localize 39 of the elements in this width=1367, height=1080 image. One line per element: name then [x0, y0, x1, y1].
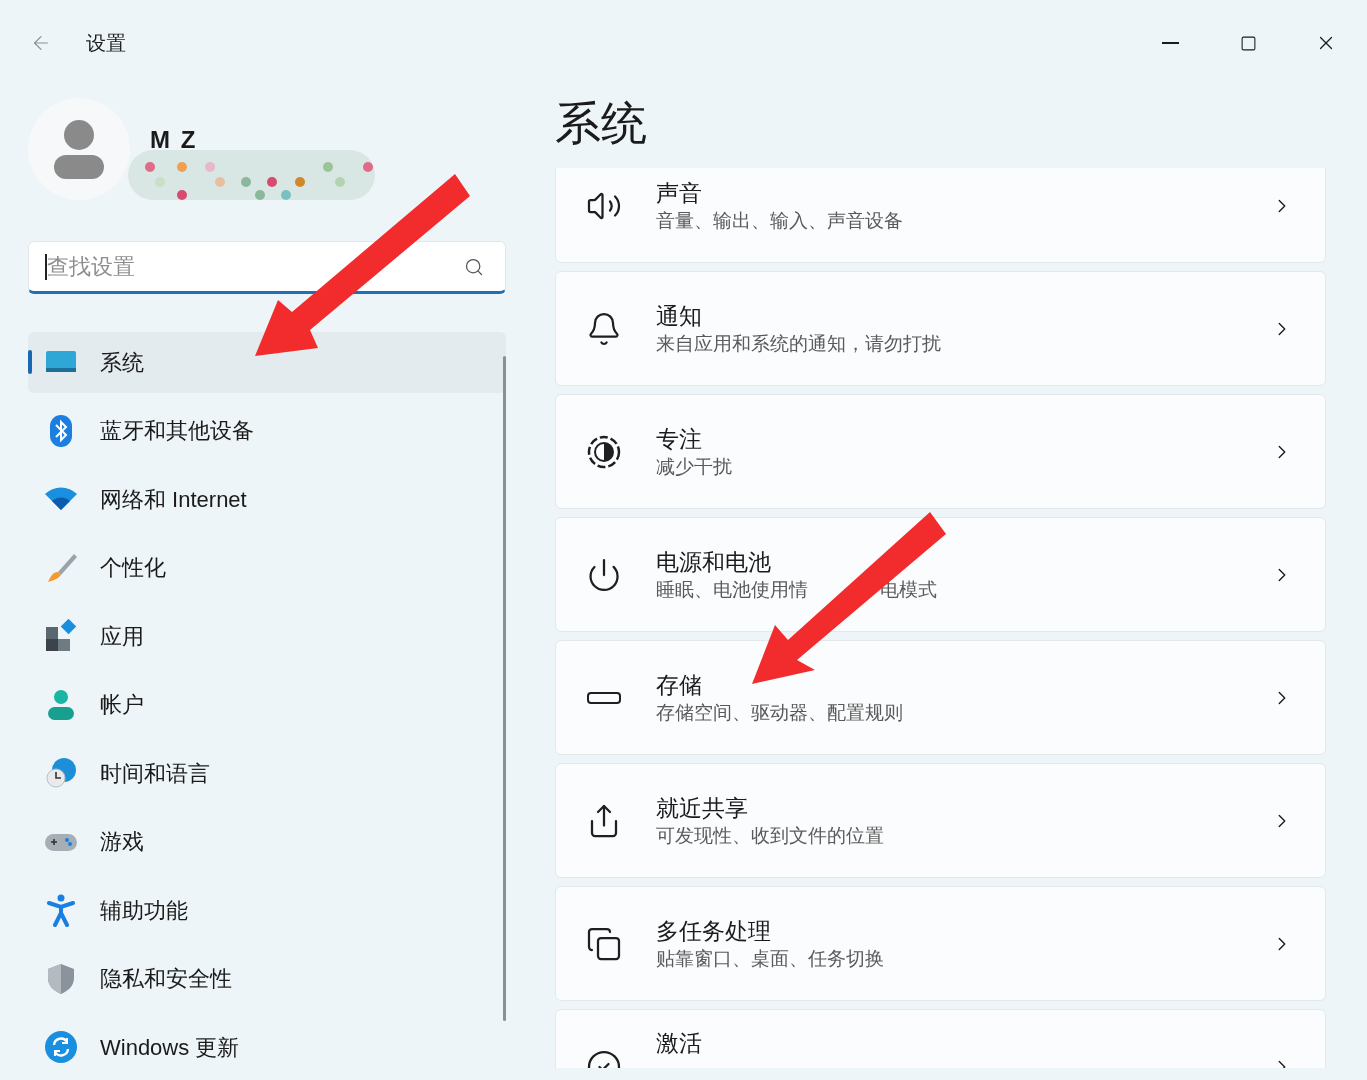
refresh-icon	[44, 1030, 78, 1065]
card-description: 音量、输出、输入、声音设备	[656, 208, 903, 233]
search-field[interactable]: 查找设置	[28, 241, 506, 294]
nav-item[interactable]: 辅助功能	[28, 880, 506, 941]
bell-icon	[586, 310, 622, 347]
globe-clock-icon	[44, 756, 78, 791]
settings-card[interactable]: 激活	[555, 1009, 1326, 1068]
person-silhouette-icon	[53, 119, 105, 179]
nav-item[interactable]: 个性化	[28, 537, 506, 598]
selection-indicator	[28, 350, 32, 374]
user-name: M Z	[150, 125, 198, 155]
card-description: 可发现性、收到文件的位置	[656, 823, 884, 848]
card-description: 存储空间、驱动器、配置规则	[656, 700, 903, 725]
maximize-icon	[1239, 34, 1257, 52]
focus-icon	[586, 433, 622, 470]
nav-item[interactable]: Windows 更新	[28, 1017, 506, 1078]
window-title: 设置	[86, 31, 126, 56]
page-title: 系统	[555, 100, 648, 151]
nav-item[interactable]: 帐户	[28, 674, 506, 735]
nav-item[interactable]: 系统	[28, 332, 506, 393]
card-description: 贴靠窗口、桌面、任务切换	[656, 946, 884, 971]
text-cursor	[45, 254, 47, 280]
settings-card[interactable]: 就近共享 可发现性、收到文件的位置	[555, 763, 1326, 878]
accessibility-icon	[44, 893, 78, 928]
nav-item[interactable]: 应用	[28, 606, 506, 667]
card-description: 减少干扰	[656, 454, 732, 479]
drive-icon	[586, 691, 622, 704]
settings-card[interactable]: 专注 减少干扰	[555, 394, 1326, 509]
apps-icon	[44, 619, 78, 654]
settings-card[interactable]: 通知 来自应用和系统的通知，请勿打扰	[555, 271, 1326, 386]
settings-card[interactable]: 多任务处理 贴靠窗口、桌面、任务切换	[555, 886, 1326, 1001]
settings-card[interactable]: 声音 音量、输出、输入、声音设备	[555, 168, 1326, 263]
power-icon	[586, 556, 622, 593]
settings-card[interactable]: 存储 存储空间、驱动器、配置规则	[555, 640, 1326, 755]
minimize-icon	[1161, 42, 1179, 44]
windows-icon	[586, 925, 622, 962]
card-description: 睡眠、电池使用情	[656, 577, 808, 602]
card-description: 来自应用和系统的通知，请勿打扰	[656, 331, 941, 356]
search-icon	[464, 257, 484, 277]
